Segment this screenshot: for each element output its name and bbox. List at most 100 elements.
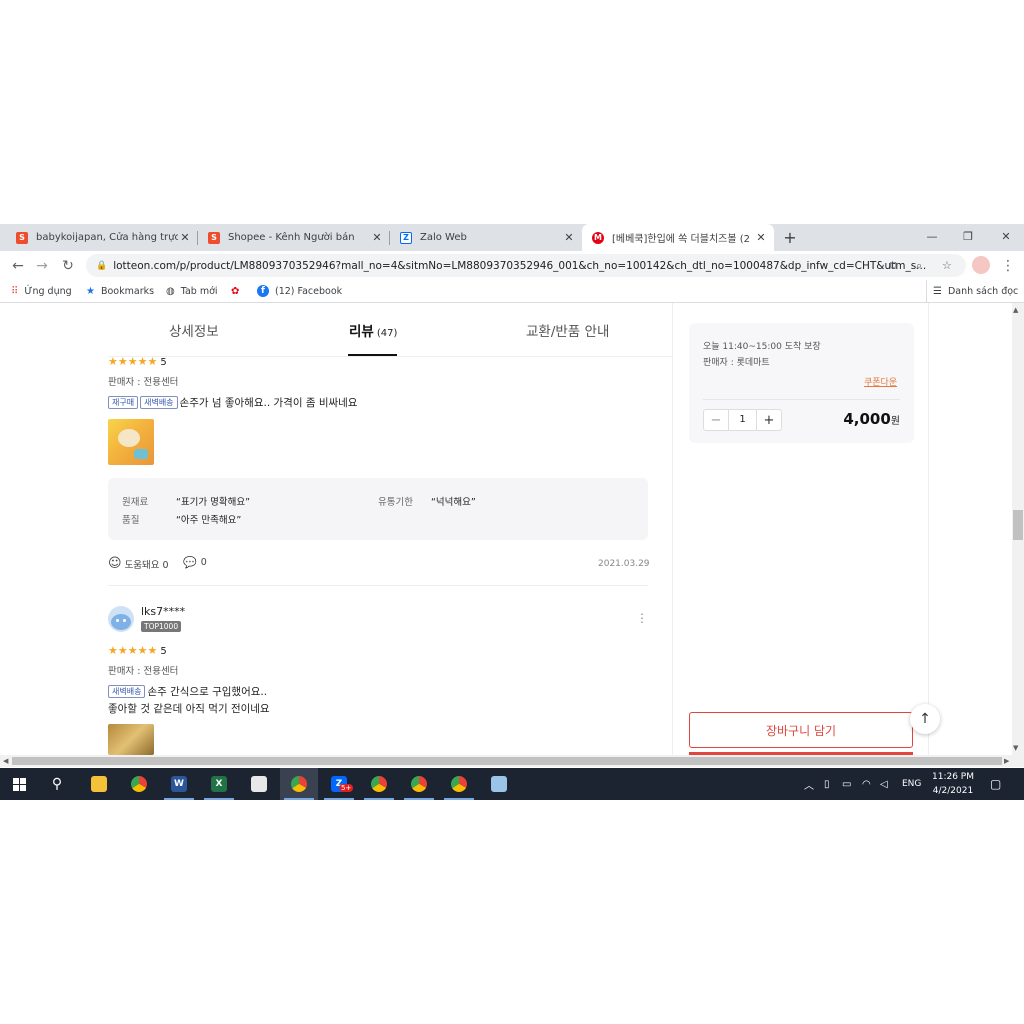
taskbar-excel[interactable]: X (200, 768, 238, 800)
back-arrow-icon[interactable]: ← (8, 251, 28, 280)
language-indicator[interactable]: ENG (902, 768, 921, 800)
taskbar-file-explorer[interactable] (80, 768, 118, 800)
review-attributes: 원재료 “표기가 명확해요” 유통기한 “넉넉해요” 품질 “아주 만족해요” (108, 478, 648, 540)
taskbar-chrome-profile[interactable] (280, 768, 318, 800)
rating-stars: ★★★★★ 5 (108, 644, 167, 657)
close-tab-icon[interactable]: ✕ (562, 231, 576, 244)
taskbar-app-snip[interactable] (240, 768, 278, 800)
dawn-delivery-badge: 새벽배송 (108, 685, 146, 698)
wifi-icon[interactable]: ◠ (862, 768, 871, 800)
review-photo-thumbnail[interactable] (108, 419, 154, 465)
scroll-right-arrow-icon[interactable]: ▶ (1004, 757, 1009, 765)
product-tabs: 상세정보 리뷰 (47) 교환/반품 안내 (108, 306, 673, 357)
tab-detail-info[interactable]: 상세정보 (169, 320, 219, 340)
browser-tab-babykoijapan[interactable]: S babykoijapan, Cửa hàng trực tuyế ✕ (6, 224, 198, 251)
vertical-scroll-thumb[interactable] (1013, 510, 1023, 540)
facebook-icon: f (257, 285, 269, 297)
taskbar-word[interactable]: W (160, 768, 198, 800)
scroll-down-arrow-icon[interactable]: ▼ (1013, 744, 1018, 752)
quantity-plus-button[interactable]: + (757, 413, 781, 428)
taskbar-zalo[interactable]: Z 5+ (320, 768, 358, 800)
browser-tab-zalo[interactable]: Z Zalo Web ✕ (390, 224, 582, 251)
flower-icon: ✿ (231, 285, 240, 297)
notification-icon[interactable]: ▢ (990, 768, 1001, 800)
smile-icon: ☺ (108, 556, 122, 571)
lock-icon: 🔒 (96, 260, 108, 271)
add-to-cart-button[interactable]: 장바구니 담기 (689, 712, 913, 748)
tab-reviews[interactable]: 리뷰 (47) (349, 320, 397, 340)
quantity-value[interactable]: 1 (728, 410, 757, 430)
scroll-left-arrow-icon[interactable]: ◀ (3, 757, 8, 765)
bookmark-bookmarks[interactable]: ★ Bookmarks (86, 280, 154, 302)
sidebar-right-divider (928, 303, 929, 755)
browser-tab-lotteon[interactable]: M [베베쿡]한입에 쏙 더블치즈볼 (2 ✕ (582, 224, 774, 251)
tray-device-icon[interactable]: ▯ (824, 768, 830, 800)
chrome-icon (131, 776, 147, 792)
helpful-button[interactable]: ☺ 도움돼요 0 (108, 556, 169, 571)
review-text: 손주가 넘 좋아해요.. 가격이 좀 비싸네요 (179, 397, 358, 409)
scroll-up-arrow-icon[interactable]: ▲ (1013, 306, 1018, 314)
translate-icon[interactable]: ⧉ (890, 254, 898, 277)
coupon-download-link[interactable]: 쿠폰다운 (864, 375, 897, 388)
bookmark-facebook[interactable]: f (12) Facebook (257, 280, 342, 302)
bookmark-star-icon[interactable]: ☆ (942, 254, 952, 277)
taskbar-chrome[interactable] (120, 768, 158, 800)
word-icon: W (171, 776, 187, 792)
volume-icon[interactable]: ◁ (880, 768, 888, 800)
rank-badge: TOP1000 (141, 621, 182, 632)
avatar (108, 606, 134, 632)
search-icon[interactable]: ⌕ (916, 254, 922, 277)
shopee-icon: S (208, 231, 220, 244)
zalo-icon: Z (400, 231, 412, 244)
rating-stars: ★★★★★ 5 (108, 355, 167, 368)
review-seller: 판매자 : 전용센터 (108, 666, 179, 677)
star-icon: ★ (86, 285, 95, 297)
tray-overflow-icon[interactable]: ︿ (804, 768, 814, 800)
quantity-minus-button[interactable]: − (704, 413, 728, 428)
taskbar-chrome-3[interactable] (400, 768, 438, 800)
horizontal-scroll-thumb[interactable] (12, 757, 1002, 765)
bookmark-flower[interactable]: ✿ (231, 280, 245, 302)
comment-button[interactable]: 💬 0 (183, 556, 207, 569)
tab-exchange-return[interactable]: 교환/반품 안내 (526, 320, 609, 340)
attr-label-expiry: 유통기한 (378, 497, 413, 508)
zalo-notification-badge: 5+ (339, 784, 354, 792)
bookmark-apps[interactable]: ⠿ Ứng dụng (11, 280, 72, 302)
review-photo-thumbnail[interactable] (108, 724, 154, 755)
restore-icon[interactable]: ❐ (950, 224, 986, 248)
windows-start-button[interactable] (0, 768, 38, 800)
snipping-tool-icon (251, 776, 267, 792)
arrow-up-icon: ↑ (919, 711, 931, 727)
system-clock[interactable]: 11:26 PM 4/2/2021 (932, 768, 974, 800)
browser-tab-shopee-seller[interactable]: S Shopee - Kênh Người bán ✕ (198, 224, 390, 251)
taskbar-chrome-4[interactable] (440, 768, 478, 800)
more-vertical-icon[interactable]: ⋮ (998, 251, 1018, 280)
close-tab-icon[interactable]: ✕ (178, 231, 192, 244)
shopee-icon: S (16, 231, 28, 244)
excel-icon: X (211, 776, 227, 792)
new-tab-button[interactable]: + (782, 224, 798, 251)
taskbar-search-button[interactable]: ⚲ (38, 768, 76, 800)
forward-arrow-icon[interactable]: → (32, 251, 52, 280)
window-close-icon[interactable]: ✕ (988, 224, 1024, 248)
scroll-to-top-button[interactable]: ↑ (910, 704, 940, 734)
profile-avatar[interactable] (972, 256, 990, 274)
taskbar-paint[interactable] (480, 768, 518, 800)
close-tab-icon[interactable]: ✕ (754, 231, 768, 244)
folder-icon (91, 776, 107, 792)
windows-logo-icon (12, 777, 26, 791)
lotteon-icon: M (592, 231, 604, 244)
attr-label-quality: 품질 (122, 515, 140, 526)
reload-icon[interactable]: ↻ (58, 251, 78, 280)
review-body: 재구매 새벽배송 손주가 넘 좋아해요.. 가격이 좀 비싸네요 (108, 395, 357, 410)
address-bar[interactable]: 🔒 lotteon.com/p/product/LM8809370352946?… (86, 254, 966, 277)
taskbar-chrome-2[interactable] (360, 768, 398, 800)
minimize-icon[interactable]: — (914, 224, 950, 248)
bookmark-new-tab[interactable]: ◍ Tab mới (166, 280, 218, 302)
more-options-icon[interactable]: ⋮ (636, 611, 648, 625)
battery-icon[interactable]: ▭ (842, 768, 851, 800)
close-tab-icon[interactable]: ✕ (370, 231, 384, 244)
reading-list[interactable]: ☰ Danh sách đọc (926, 280, 1018, 302)
content-divider (672, 303, 673, 755)
chrome-icon (291, 776, 307, 792)
